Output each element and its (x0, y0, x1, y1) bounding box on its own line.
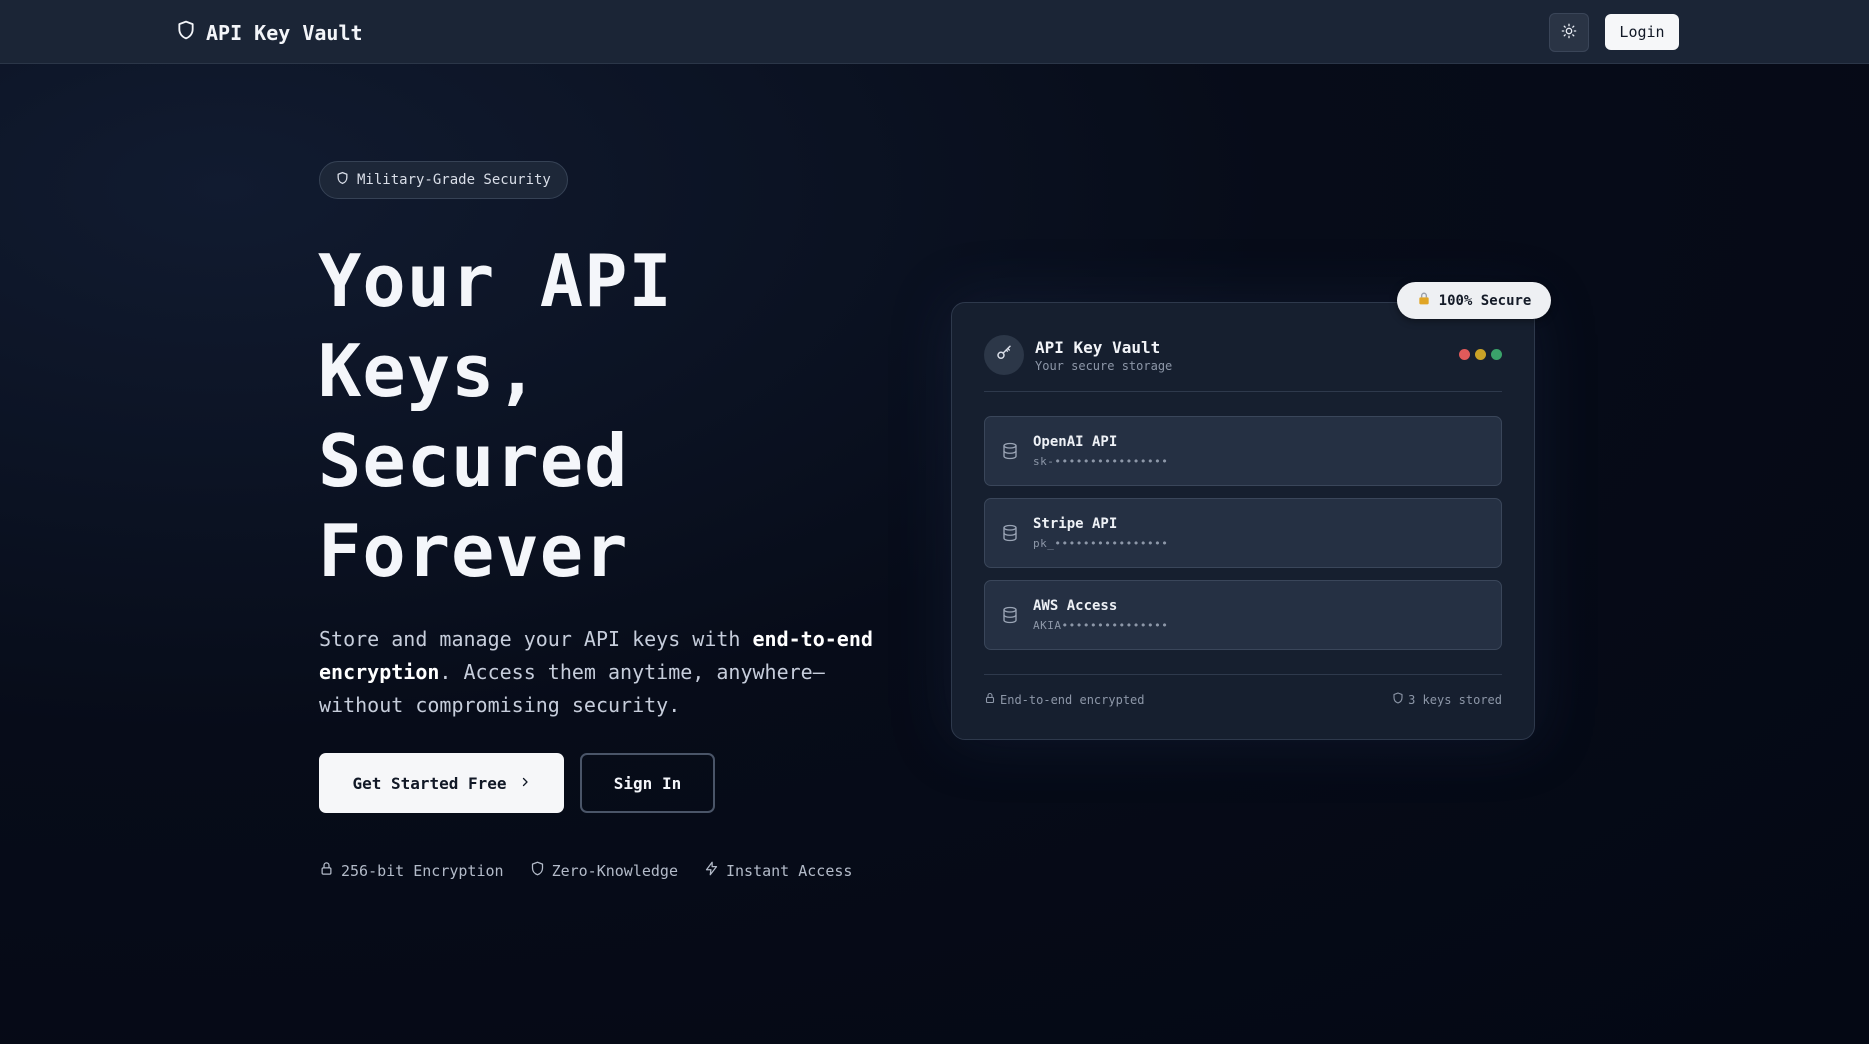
navbar: API Key Vault Login (0, 0, 1869, 64)
sign-in-button[interactable]: Sign In (580, 753, 715, 813)
hero-description: Store and manage your API keys with end-… (319, 623, 899, 722)
hero-title-line: Keys, (318, 329, 540, 413)
key-name: OpenAI API (1033, 434, 1118, 450)
database-icon (1001, 605, 1019, 629)
database-icon (1001, 441, 1019, 465)
key-avatar (984, 335, 1024, 375)
key-name: AWS Access (1033, 598, 1118, 614)
red-dot (1459, 349, 1470, 360)
keys-count-label: 3 keys stored (1408, 692, 1502, 707)
shield-icon (176, 19, 196, 46)
database-icon (1001, 523, 1019, 547)
shield-icon (530, 861, 545, 880)
key-list: OpenAI API sk-•••••••••••••••• Stripe AP… (984, 416, 1502, 662)
divider (984, 391, 1502, 392)
shield-icon (1392, 692, 1404, 707)
encryption-status: End-to-end encrypted (984, 692, 1145, 707)
shield-icon (336, 171, 349, 189)
key-value: pk_•••••••••••••••• (1033, 537, 1169, 550)
key-value: sk-•••••••••••••••• (1033, 455, 1169, 468)
keys-count: 3 keys stored (1392, 692, 1502, 707)
key-item[interactable]: OpenAI API sk-•••••••••••••••• (984, 416, 1502, 486)
lock-icon (1417, 291, 1431, 310)
key-item[interactable]: AWS Access AKIA••••••••••••••• (984, 580, 1502, 650)
key-item[interactable]: Stripe API pk_•••••••••••••••• (984, 498, 1502, 568)
encryption-label: End-to-end encrypted (1000, 692, 1145, 707)
vault-preview-card: API Key Vault Your secure storage OpenAI… (951, 302, 1535, 740)
key-value: AKIA••••••••••••••• (1033, 619, 1169, 632)
security-badge: Military-Grade Security (319, 161, 568, 199)
badge-label: Military-Grade Security (357, 172, 551, 188)
feature-label: Instant Access (726, 861, 853, 880)
secure-badge: 100% Secure (1397, 282, 1551, 319)
feature-item: 256-bit Encryption (319, 861, 504, 880)
secure-label: 100% Secure (1438, 292, 1532, 309)
card-subtitle: Your secure storage (1035, 359, 1173, 373)
lock-icon (984, 692, 996, 707)
get-started-button[interactable]: Get Started Free (319, 753, 564, 813)
feature-label: Zero-Knowledge (551, 861, 678, 880)
green-dot (1491, 349, 1502, 360)
key-name: Stripe API (1033, 516, 1118, 532)
feature-label: 256-bit Encryption (341, 861, 504, 880)
key-icon (995, 344, 1013, 366)
window-dots (1459, 349, 1502, 360)
hero-title: Your API Keys, Secured Forever (318, 236, 838, 596)
feature-list: 256-bit Encryption Zero-Knowledge Instan… (319, 861, 852, 880)
login-button[interactable]: Login (1605, 14, 1679, 50)
get-started-label: Get Started Free (352, 773, 507, 793)
yellow-dot (1475, 349, 1486, 360)
divider (984, 674, 1502, 675)
brand[interactable]: API Key Vault (176, 19, 363, 46)
lightning-icon (704, 861, 719, 880)
lock-icon (319, 861, 334, 880)
hero-title-line: Secured (318, 419, 629, 503)
hero-title-line: Your API (318, 239, 673, 323)
feature-item: Zero-Knowledge (530, 861, 678, 880)
desc-part: Store and manage your API keys with (319, 627, 753, 651)
hero-title-line: Forever (318, 509, 629, 593)
theme-toggle-button[interactable] (1549, 13, 1589, 52)
chevron-right-icon (519, 774, 531, 793)
feature-item: Instant Access (704, 861, 852, 880)
card-title: API Key Vault (1035, 338, 1161, 357)
brand-name: API Key Vault (206, 20, 363, 45)
sun-icon (1561, 23, 1577, 43)
